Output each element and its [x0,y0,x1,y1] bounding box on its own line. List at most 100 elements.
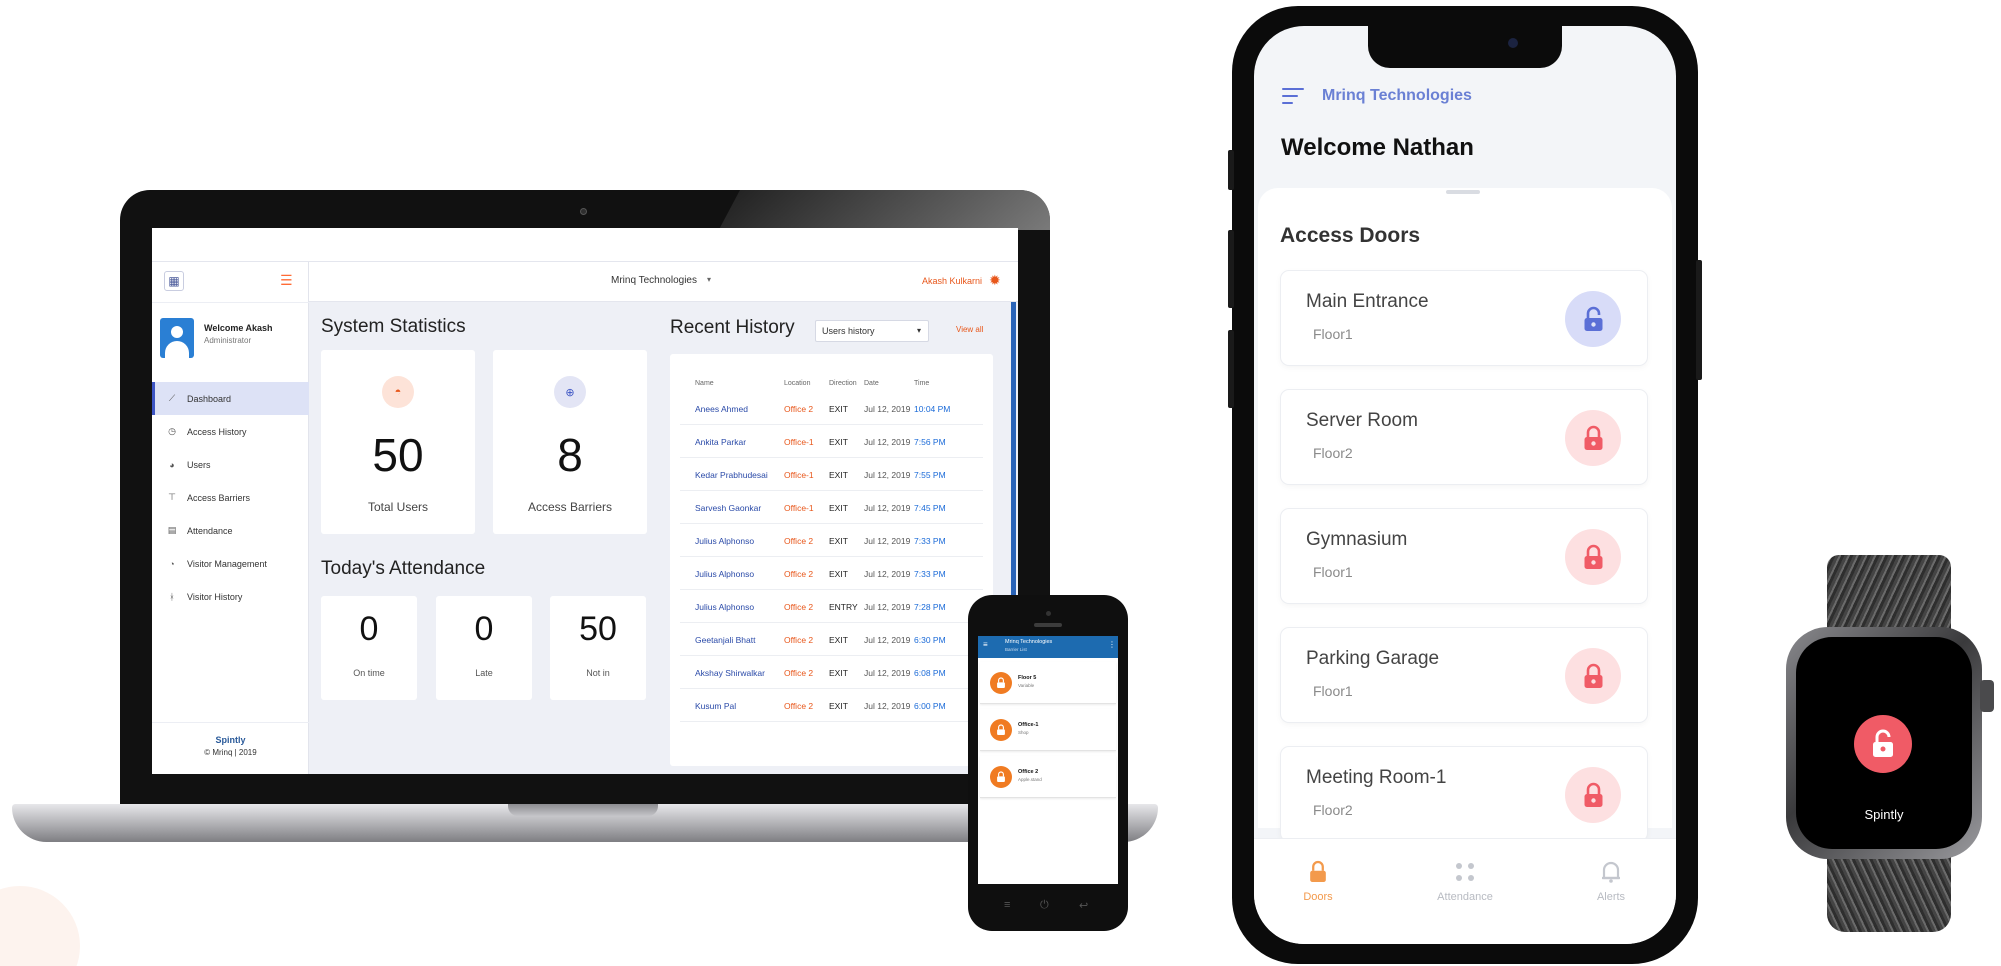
door-card-gymnasium[interactable]: Gymnasium Floor1 [1280,508,1648,604]
welcome-title: Welcome Nathan [1281,134,1474,161]
recent-apps-icon[interactable]: ≡ [1004,899,1010,911]
lock-icon[interactable] [1854,715,1912,773]
table-row[interactable]: Geetanjali Bhatt Office 2 EXIT Jul 12, 2019… [680,623,983,656]
door-floor: Floor2 [1313,802,1353,818]
spintly-logo: Spintly [215,735,246,745]
cell-direction: EXIT [829,701,848,711]
lid-reflection [718,190,1050,230]
cell-date: Jul 12, 2019 [864,701,911,711]
sidebar-item-label: Attendance [187,525,233,536]
cell-name: Kusum Pal [695,701,737,711]
sheet-handle[interactable] [1446,190,1480,194]
sidebar-item-label: Users [187,459,211,470]
table-row[interactable]: Ankita Parkar Office-1 EXIT Jul 12, 2019 7:5… [680,425,983,458]
power-icon[interactable]: ⏻ [1040,899,1049,912]
users-icon: ◓ [382,376,414,408]
unlock-button[interactable] [1565,291,1621,347]
table-row[interactable]: Akshay Shirwalkar Office 2 EXIT Jul 12, 201… [680,656,983,689]
table-row[interactable]: Anees Ahmed Office 2 EXIT Jul 12, 2019 10:04… [680,392,983,425]
barrier-floor: Apple.stand [1018,777,1042,782]
menu-icon[interactable]: ☰ [280,272,293,289]
sidebar-item-attendance[interactable]: ▤ Attendance [152,514,309,547]
column-header-date[interactable]: Date [864,380,879,387]
access-barriers-card[interactable]: ⊕ 8 Access Barriers [493,350,647,534]
column-header-time[interactable]: Time [914,380,929,387]
late-label: Late [475,668,493,678]
watch-strap-bottom [1827,852,1951,932]
spintly-logo: Spintly [1864,807,1904,822]
watch-strap-top [1827,555,1951,635]
sidebar-item-visitor-history[interactable]: ᚼ Visitor History [152,580,309,613]
history-filter-select[interactable]: Users history ▾ [815,320,929,342]
sidebar-item-users[interactable]: ◕ Users [152,448,309,481]
front-camera [1508,38,1518,48]
menu-icon[interactable]: ≡ [983,640,988,649]
sidebar-item-access-history[interactable]: ◷ Access History [152,415,309,448]
phone-speaker [1034,623,1062,627]
cell-time: 7:45 PM [914,503,946,513]
more-icon[interactable]: ⋮ [1108,640,1116,649]
late-card[interactable]: 0 Late [436,596,532,700]
cell-date: Jul 12, 2019 [864,602,911,612]
tab-label: Attendance [1437,891,1493,903]
total-users-card[interactable]: ◓ 50 Total Users [321,350,475,534]
door-card-meeting-room-1[interactable]: Meeting Room-1 Floor2 [1280,746,1648,842]
menu-icon[interactable] [1282,88,1304,109]
tab-attendance[interactable]: Attendance [1415,857,1515,903]
table-row[interactable]: Kusum Pal Office 2 EXIT Jul 12, 2019 6:00 PM [680,689,983,722]
user-name[interactable]: Akash Kulkarni [922,276,982,286]
on-time-card[interactable]: 0 On time [321,596,417,700]
door-card-server-room[interactable]: Server Room Floor2 [1280,389,1648,485]
gear-icon[interactable]: ✹ [989,272,1001,289]
phone-camera [1046,611,1051,616]
column-header-name[interactable]: Name [695,380,714,387]
mute-switch [1228,150,1234,190]
laptop-device: ▦ ☰ Welcome Akash Administrator ⟋ Dashboa… [120,190,1050,810]
cell-direction: EXIT [829,569,848,579]
sidebar-item-visitor-management[interactable]: ◔ Visitor Management [152,547,309,580]
list-item[interactable]: Office 2 Apple.stand [980,756,1116,798]
list-item[interactable]: Office-1 Shop [980,709,1116,751]
lock-button[interactable] [1565,648,1621,704]
company-selector[interactable]: Mrinq Technologies [611,275,697,286]
building-logo-icon[interactable]: ▦ [164,271,184,291]
table-row[interactable]: Kedar Prabhudesai Office-1 EXIT Jul 12, 201… [680,458,983,491]
door-card-parking-garage[interactable]: Parking Garage Floor1 [1280,627,1648,723]
table-row[interactable]: Sarvesh Gaonkar Office-1 EXIT Jul 12, 2019 7… [680,491,983,524]
cell-name: Akshay Shirwalkar [695,668,765,678]
chevron-down-icon[interactable]: ▾ [707,275,711,284]
cell-name: Ankita Parkar [695,437,747,447]
volume-down-button [1228,330,1234,408]
not-in-label: Not in [586,668,610,678]
on-time-value: 0 [359,610,379,648]
back-icon[interactable]: ↩ [1079,899,1088,912]
column-header-location[interactable]: Location [784,380,810,387]
door-card-main-entrance[interactable]: Main Entrance Floor1 [1280,270,1648,366]
avatar[interactable] [160,318,194,358]
users-icon: ◕ [169,459,175,470]
view-all-link[interactable]: View all [956,325,983,334]
tab-label: Alerts [1596,891,1626,903]
sidebar-item-access-barriers[interactable]: ⊤ Access Barriers [152,481,309,514]
tab-alerts[interactable]: Alerts [1561,857,1661,903]
sidebar-item-label: Visitor Management [187,558,267,569]
cell-direction: ENTRY [829,602,858,612]
barrier-floor: Variable [1018,683,1035,688]
tab-doors[interactable]: Doors [1268,857,1368,903]
lock-button[interactable] [1565,767,1621,823]
sidebar-item-dashboard[interactable]: ⟋ Dashboard [152,382,309,415]
cell-name: Kedar Prabhudesai [695,470,768,480]
lock-button[interactable] [1565,410,1621,466]
not-in-card[interactable]: 50 Not in [550,596,646,700]
door-floor: Floor2 [1313,445,1353,461]
table-row[interactable]: Julius Alphonso Office 2 EXIT Jul 12, 2019 7… [680,524,983,557]
lock-button[interactable] [1565,529,1621,585]
dashboard-screen: ▦ ☰ Welcome Akash Administrator ⟋ Dashboa… [152,228,1018,774]
side-button [1696,260,1702,380]
cell-name: Anees Ahmed [695,404,748,414]
table-row[interactable]: Julius Alphonso Office 2 EXIT Jul 12, 2019 7… [680,557,983,590]
table-row[interactable]: Julius Alphonso Office 2 ENTRY Jul 12, 2019… [680,590,983,623]
list-item[interactable]: Floor 5 Variable [980,662,1116,704]
access-barriers-label: Access Barriers [527,500,613,514]
column-header-direction[interactable]: Direction [829,380,857,387]
